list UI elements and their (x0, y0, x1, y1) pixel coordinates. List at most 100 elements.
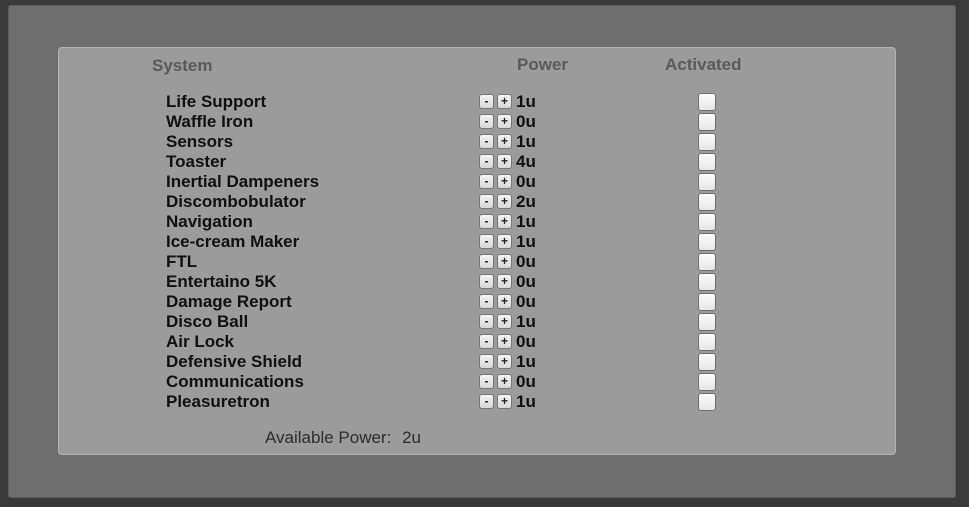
system-name: Pleasuretron (166, 392, 270, 411)
decrease-power-button[interactable]: - (479, 374, 494, 389)
system-row: Life Support - +1u (0, 92, 969, 112)
power-value: 1u (516, 352, 536, 371)
system-row: Toaster - +4u (0, 152, 969, 172)
decrease-power-button[interactable]: - (479, 214, 494, 229)
power-value: 1u (516, 232, 536, 251)
power-value: 4u (516, 152, 536, 171)
increase-power-button[interactable]: + (497, 314, 512, 329)
system-name: Waffle Iron (166, 112, 254, 131)
system-row: Navigation - +1u (0, 212, 969, 232)
power-value: 0u (516, 272, 536, 291)
system-name: Defensive Shield (166, 352, 303, 371)
increase-power-button[interactable]: + (497, 234, 512, 249)
decrease-power-button[interactable]: - (479, 114, 494, 129)
system-name: Toaster (166, 152, 227, 171)
decrease-power-button[interactable]: - (479, 174, 494, 189)
decrease-power-button[interactable]: - (479, 294, 494, 309)
activated-checkbox[interactable] (698, 273, 716, 291)
system-row: Communications - +0u (0, 372, 969, 392)
system-name: Inertial Dampeners (166, 172, 320, 191)
system-row: Pleasuretron - +1u (0, 392, 969, 412)
system-name: Navigation (166, 212, 253, 231)
increase-power-button[interactable]: + (497, 214, 512, 229)
activated-checkbox[interactable] (698, 253, 716, 271)
available-power: Available Power: 2u (265, 428, 421, 448)
system-name: Discombobulator (166, 192, 306, 211)
power-value: 1u (516, 212, 536, 231)
power-value: 0u (516, 292, 536, 311)
system-row: Defensive Shield - +1u (0, 352, 969, 372)
increase-power-button[interactable]: + (497, 254, 512, 269)
power-value: 0u (516, 112, 536, 131)
available-power-value: 2u (402, 428, 421, 447)
increase-power-button[interactable]: + (497, 174, 512, 189)
decrease-power-button[interactable]: - (479, 234, 494, 249)
decrease-power-button[interactable]: - (479, 274, 494, 289)
system-row: Waffle Iron - +0u (0, 112, 969, 132)
increase-power-button[interactable]: + (497, 374, 512, 389)
system-name: Damage Report (166, 292, 292, 311)
activated-checkbox[interactable] (698, 333, 716, 351)
decrease-power-button[interactable]: - (479, 394, 494, 409)
activated-checkbox[interactable] (698, 213, 716, 231)
activated-checkbox[interactable] (698, 313, 716, 331)
activated-checkbox[interactable] (698, 153, 716, 171)
decrease-power-button[interactable]: - (479, 314, 494, 329)
increase-power-button[interactable]: + (497, 94, 512, 109)
activated-checkbox[interactable] (698, 353, 716, 371)
activated-checkbox[interactable] (698, 373, 716, 391)
system-name: FTL (166, 252, 198, 271)
system-row: Ice-cream Maker - +1u (0, 232, 969, 252)
decrease-power-button[interactable]: - (479, 154, 494, 169)
decrease-power-button[interactable]: - (479, 254, 494, 269)
power-value: 0u (516, 252, 536, 271)
power-column-header: Power (517, 55, 569, 74)
system-name: Disco Ball (166, 312, 249, 331)
system-name: Communications (166, 372, 304, 391)
decrease-power-button[interactable]: - (479, 194, 494, 209)
system-row: FTL - +0u (0, 252, 969, 272)
system-name: Ice-cream Maker (166, 232, 300, 251)
power-value: 1u (516, 392, 536, 411)
power-value: 1u (516, 312, 536, 331)
decrease-power-button[interactable]: - (479, 354, 494, 369)
increase-power-button[interactable]: + (497, 394, 512, 409)
power-value: 0u (516, 172, 536, 191)
activated-checkbox[interactable] (698, 133, 716, 151)
activated-column-header: Activated (665, 55, 742, 74)
system-row: Discombobulator - +2u (0, 192, 969, 212)
increase-power-button[interactable]: + (497, 194, 512, 209)
available-power-label: Available Power: (265, 428, 392, 447)
increase-power-button[interactable]: + (497, 114, 512, 129)
system-name: Sensors (166, 132, 234, 151)
system-row: Disco Ball - +1u (0, 312, 969, 332)
power-value: 0u (516, 372, 536, 391)
system-row: Damage Report - +0u (0, 292, 969, 312)
increase-power-button[interactable]: + (497, 274, 512, 289)
activated-checkbox[interactable] (698, 173, 716, 191)
activated-checkbox[interactable] (698, 393, 716, 411)
activated-checkbox[interactable] (698, 233, 716, 251)
decrease-power-button[interactable]: - (479, 94, 494, 109)
increase-power-button[interactable]: + (497, 154, 512, 169)
system-name: Life Support (166, 92, 267, 111)
power-value: 1u (516, 132, 536, 151)
increase-power-button[interactable]: + (497, 134, 512, 149)
activated-checkbox[interactable] (698, 113, 716, 131)
increase-power-button[interactable]: + (497, 354, 512, 369)
system-row: Sensors - +1u (0, 132, 969, 152)
activated-checkbox[interactable] (698, 293, 716, 311)
system-row: Entertaino 5K - +0u (0, 272, 969, 292)
activated-checkbox[interactable] (698, 193, 716, 211)
power-value: 0u (516, 332, 536, 351)
system-row: Inertial Dampeners - +0u (0, 172, 969, 192)
system-column-header: System (152, 56, 213, 75)
increase-power-button[interactable]: + (497, 334, 512, 349)
power-value: 2u (516, 192, 536, 211)
decrease-power-button[interactable]: - (479, 134, 494, 149)
activated-checkbox[interactable] (698, 93, 716, 111)
decrease-power-button[interactable]: - (479, 334, 494, 349)
power-value: 1u (516, 92, 536, 111)
system-name: Air Lock (166, 332, 235, 351)
increase-power-button[interactable]: + (497, 294, 512, 309)
